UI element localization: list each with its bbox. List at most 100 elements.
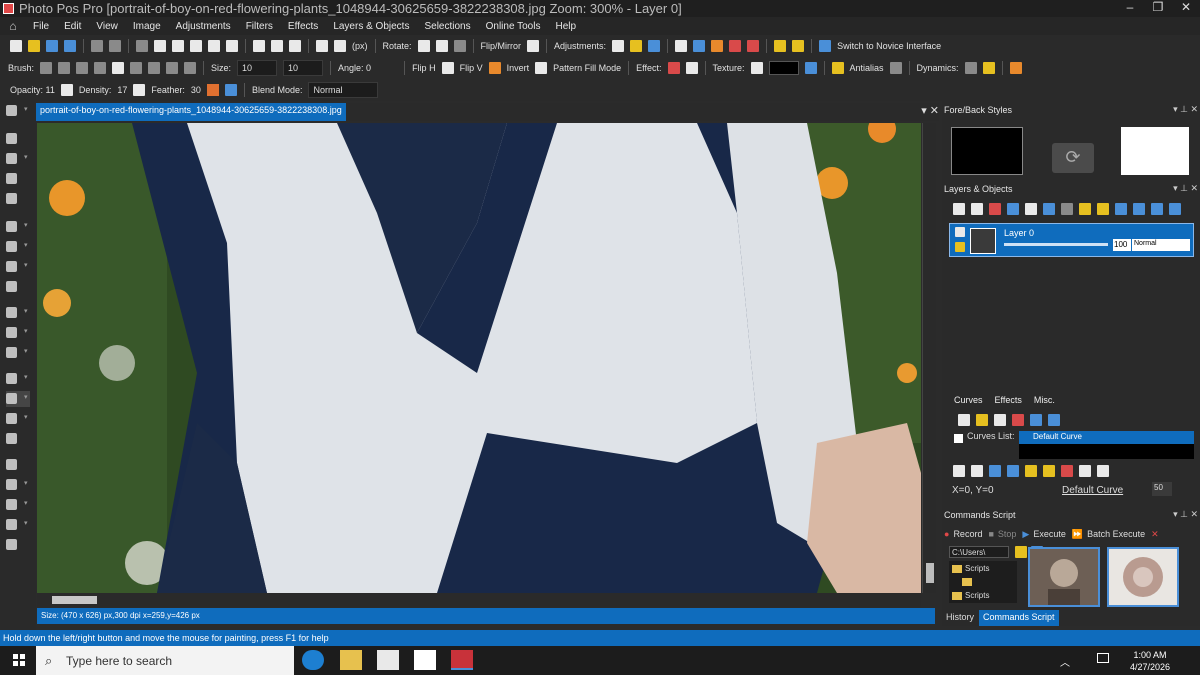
- zoom-tool[interactable]: [6, 131, 30, 147]
- invert-button[interactable]: Invert: [507, 63, 530, 73]
- folder-item[interactable]: [952, 578, 975, 586]
- menu-layers-objects[interactable]: Layers & Objects: [326, 21, 417, 32]
- undo-icon[interactable]: [91, 40, 103, 52]
- curves-list-checkbox[interactable]: [954, 434, 963, 443]
- menu-selections[interactable]: Selections: [417, 21, 478, 32]
- edge-icon[interactable]: [302, 650, 324, 670]
- execute-button[interactable]: Execute: [1033, 529, 1066, 539]
- paste-new-icon[interactable]: [190, 40, 202, 52]
- maximize-button[interactable]: ❐: [1144, 0, 1172, 14]
- lightning-icon[interactable]: [792, 40, 805, 52]
- magic-wand-tool[interactable]: ▾: [6, 239, 30, 255]
- curve-down-icon[interactable]: [1048, 414, 1060, 426]
- curve-save-icon[interactable]: [958, 414, 970, 426]
- guides-icon[interactable]: [289, 40, 301, 52]
- paste-icon[interactable]: [172, 40, 184, 52]
- duplicate-layer-icon[interactable]: [971, 202, 983, 215]
- novice-interface-icon[interactable]: [819, 40, 832, 52]
- script-close-icon[interactable]: ✕: [1151, 529, 1159, 540]
- brightness-icon[interactable]: [612, 40, 625, 52]
- curve-paste-icon[interactable]: [1043, 464, 1055, 477]
- foreground-style-swatch[interactable]: [951, 127, 1023, 175]
- minimize-button[interactable]: –: [1116, 0, 1144, 14]
- flip-v-icon[interactable]: [441, 62, 454, 74]
- speech-tool[interactable]: ▾: [6, 517, 30, 533]
- brush-gear-icon[interactable]: [112, 62, 125, 74]
- flip-v-button[interactable]: Flip V: [460, 63, 483, 73]
- layer-group-icon[interactable]: [1079, 202, 1091, 215]
- blend-mode-select[interactable]: Normal: [308, 82, 379, 98]
- save-icon[interactable]: [46, 40, 58, 52]
- grid-icon[interactable]: [253, 40, 265, 52]
- merge-layer-icon[interactable]: [1025, 202, 1037, 215]
- layer-link-icon[interactable]: [1061, 202, 1073, 215]
- path-tool[interactable]: [6, 279, 30, 295]
- record-button[interactable]: Record: [953, 529, 982, 539]
- layer-up-icon[interactable]: [1151, 202, 1163, 215]
- close-button[interactable]: ✕: [1172, 0, 1200, 14]
- invert-icon[interactable]: [488, 62, 501, 74]
- document-close-icon[interactable]: ▾ ✕: [921, 104, 939, 117]
- lock-icon[interactable]: [955, 242, 965, 252]
- menu-view[interactable]: View: [89, 21, 126, 32]
- paste-layer-icon[interactable]: [208, 40, 220, 52]
- layer-top-icon[interactable]: [1169, 202, 1181, 215]
- color-swatch[interactable]: [206, 84, 219, 96]
- curve-point-icon[interactable]: [989, 464, 1001, 477]
- menu-adjustments[interactable]: Adjustments: [169, 21, 239, 32]
- tab-effects[interactable]: Effects: [991, 395, 1030, 409]
- layer-style-icon[interactable]: [1097, 202, 1109, 215]
- curve-value-input[interactable]: 50: [1152, 482, 1172, 496]
- horizontal-scroll-thumb[interactable]: [52, 596, 97, 604]
- curve-new-icon[interactable]: [994, 414, 1006, 426]
- brush-star-icon[interactable]: [130, 62, 143, 74]
- dropper-tool[interactable]: [6, 431, 30, 447]
- file-explorer-icon[interactable]: [340, 650, 362, 670]
- units-select[interactable]: (px): [352, 41, 368, 51]
- curve-mirror-icon[interactable]: [1097, 464, 1109, 477]
- rect-select-tool[interactable]: ▾: [6, 219, 30, 235]
- arrow-tool[interactable]: ▾: [6, 151, 30, 167]
- script-preview-1[interactable]: [1028, 547, 1100, 607]
- canvas-size-icon[interactable]: [334, 40, 346, 52]
- document-tab[interactable]: portrait-of-boy-on-red-flowering-plants_…: [36, 103, 346, 121]
- taskbar-clock[interactable]: 1:00 AM 4/27/2026: [1120, 649, 1180, 673]
- store-icon[interactable]: [377, 650, 399, 670]
- flip-h-button[interactable]: Flip H: [412, 63, 436, 73]
- texture-toggle[interactable]: [750, 62, 763, 74]
- swap-colors-icon[interactable]: ⟳: [1052, 143, 1094, 173]
- crop-tool[interactable]: [6, 171, 30, 187]
- text-tool[interactable]: ▾: [6, 305, 30, 321]
- horizontal-scrollbar[interactable]: [37, 593, 921, 607]
- resize-icon[interactable]: [316, 40, 328, 52]
- menu-filters[interactable]: Filters: [239, 21, 281, 32]
- opacity-label[interactable]: Opacity: 11: [10, 85, 55, 95]
- object-tool[interactable]: [6, 537, 30, 553]
- feather-value[interactable]: 30: [191, 85, 201, 95]
- delete-layer-icon[interactable]: [989, 202, 1001, 215]
- antialias-toggle[interactable]: Antialias: [850, 63, 884, 73]
- star-icon[interactable]: [774, 40, 787, 52]
- brush-diamond-icon[interactable]: [94, 62, 107, 74]
- layer-opacity-value[interactable]: 100: [1113, 239, 1131, 251]
- color-balance-icon[interactable]: [630, 40, 643, 52]
- curve-lines-icon[interactable]: [971, 464, 983, 477]
- curve-flip-icon[interactable]: [1079, 464, 1091, 477]
- layer-properties-icon[interactable]: [1007, 202, 1019, 215]
- vertical-scroll-thumb[interactable]: [926, 563, 934, 583]
- layer-opacity-slider[interactable]: [1004, 243, 1108, 246]
- stamp-tool[interactable]: [6, 457, 30, 473]
- panel-pin-icon[interactable]: ▾ ⊥ ✕: [1173, 104, 1198, 115]
- pattern-fill-icon[interactable]: [535, 62, 548, 74]
- rotate-free-icon[interactable]: [453, 40, 466, 52]
- layers-panel-controls-icon[interactable]: ▾ ⊥ ✕: [1173, 183, 1198, 194]
- menu-help[interactable]: Help: [548, 21, 584, 32]
- photo-effect-3-icon[interactable]: [747, 40, 760, 52]
- dynamics-folder-icon[interactable]: [982, 62, 995, 74]
- layer-row[interactable]: Layer 0 100 Normal: [949, 223, 1194, 257]
- curve-add-point-icon[interactable]: [1007, 464, 1019, 477]
- curve-up-icon[interactable]: [1030, 414, 1042, 426]
- size-input-2[interactable]: 10: [283, 60, 324, 76]
- layer-down-icon[interactable]: [1115, 202, 1127, 215]
- vertical-scrollbar[interactable]: [922, 123, 936, 593]
